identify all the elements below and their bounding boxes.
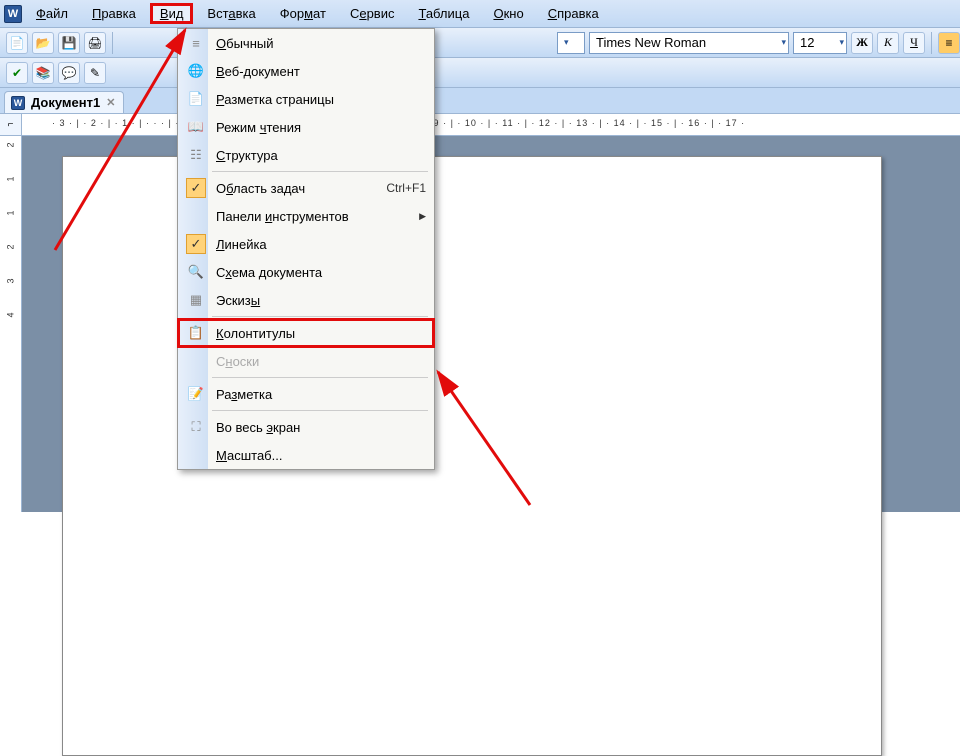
outline-icon: ☷ bbox=[186, 145, 206, 165]
menu-edit[interactable]: Правка bbox=[82, 3, 146, 24]
style-dropdown-arrow[interactable]: ▾ bbox=[557, 32, 585, 54]
font-name-dropdown[interactable]: Times New Roman ▾ bbox=[589, 32, 789, 54]
save-button[interactable]: 💾 bbox=[58, 32, 80, 54]
toolbar-standard: 📄 📂 💾 🖨 ▾ Times New Roman ▾ 12 ▾ Ж К Ч ≡ bbox=[0, 28, 960, 58]
doc-icon: W bbox=[11, 96, 25, 110]
menu-file[interactable]: Файл bbox=[26, 3, 78, 24]
font-name-value: Times New Roman bbox=[596, 35, 706, 50]
menu-reading-layout[interactable]: 📖Режим чтения bbox=[178, 113, 434, 141]
separator bbox=[212, 410, 428, 411]
submenu-arrow-icon: ▶ bbox=[419, 211, 426, 222]
separator bbox=[212, 171, 428, 172]
comment-button[interactable]: 💬 bbox=[58, 62, 80, 84]
document-tab-label: Документ1 bbox=[31, 95, 100, 110]
menu-help[interactable]: Справка bbox=[538, 3, 609, 24]
italic-button[interactable]: К bbox=[877, 32, 899, 54]
toolbar-review: ✔ 📚 💬 ✎ bbox=[0, 58, 960, 88]
track-button[interactable]: ✎ bbox=[84, 62, 106, 84]
menu-zoom[interactable]: Масштаб... bbox=[178, 441, 434, 469]
research-button[interactable]: 📚 bbox=[32, 62, 54, 84]
menu-web-layout[interactable]: 🌐Веб-документ bbox=[178, 57, 434, 85]
font-size-dropdown[interactable]: 12 ▾ bbox=[793, 32, 847, 54]
ruler-corner: ⌐ bbox=[0, 114, 22, 135]
menu-thumbnails[interactable]: ▦Эскизы bbox=[178, 286, 434, 314]
web-icon: 🌐 bbox=[186, 61, 206, 81]
normal-icon: ≡ bbox=[186, 33, 206, 53]
spellcheck-button[interactable]: ✔ bbox=[6, 62, 28, 84]
page-area[interactable] bbox=[22, 136, 960, 512]
menu-insert[interactable]: Вставка bbox=[197, 3, 265, 24]
menu-print-layout[interactable]: 📄Разметка страницы bbox=[178, 85, 434, 113]
blank-icon bbox=[186, 351, 206, 371]
menu-format[interactable]: Формат bbox=[270, 3, 336, 24]
document-tabs: W Документ1 ✕ bbox=[0, 88, 960, 114]
menu-view[interactable]: Вид bbox=[150, 3, 194, 24]
menu-markup[interactable]: 📝Разметка bbox=[178, 380, 434, 408]
check-icon: ✓ bbox=[186, 178, 206, 198]
reading-icon: 📖 bbox=[186, 117, 206, 137]
fullscreen-icon: ⛶ bbox=[186, 417, 206, 437]
docmap-icon: 🔍 bbox=[186, 262, 206, 282]
menu-normal-view[interactable]: ≡Обычный bbox=[178, 29, 434, 57]
close-tab-icon[interactable]: ✕ bbox=[106, 96, 115, 109]
blank-icon bbox=[186, 445, 206, 465]
separator bbox=[112, 32, 113, 54]
ruler-vertical[interactable]: 2 1 1 2 3 4 bbox=[0, 136, 22, 512]
menu-toolbars[interactable]: Панели инструментов▶ bbox=[178, 202, 434, 230]
align-button[interactable]: ≡ bbox=[938, 32, 960, 54]
blank-icon bbox=[186, 206, 206, 226]
thumbnails-icon: ▦ bbox=[186, 290, 206, 310]
print-layout-icon: 📄 bbox=[186, 89, 206, 109]
underline-button[interactable]: Ч bbox=[903, 32, 925, 54]
separator bbox=[212, 377, 428, 378]
print-button[interactable]: 🖨 bbox=[84, 32, 106, 54]
separator bbox=[212, 316, 428, 317]
workspace: 2 1 1 2 3 4 bbox=[0, 136, 960, 512]
menu-table[interactable]: Таблица bbox=[408, 3, 479, 24]
new-doc-button[interactable]: 📄 bbox=[6, 32, 28, 54]
menu-ruler[interactable]: ✓Линейка bbox=[178, 230, 434, 258]
header-footer-icon: 📋 bbox=[186, 323, 206, 343]
menu-outline[interactable]: ☷Структура bbox=[178, 141, 434, 169]
view-dropdown: ≡Обычный 🌐Веб-документ 📄Разметка страниц… bbox=[177, 28, 435, 470]
menu-tools[interactable]: Сервис bbox=[340, 3, 405, 24]
ruler-horizontal[interactable]: · 3 · | · 2 · | · 1 · | · · · | · 1 · | … bbox=[22, 114, 960, 135]
menu-task-pane[interactable]: ✓Область задачCtrl+F1 bbox=[178, 174, 434, 202]
bold-button[interactable]: Ж bbox=[851, 32, 873, 54]
separator bbox=[931, 32, 932, 54]
check-icon: ✓ bbox=[186, 234, 206, 254]
ruler-row: ⌐ · 3 · | · 2 · | · 1 · | · · · | · 1 · … bbox=[0, 114, 960, 136]
menu-document-map[interactable]: 🔍Схема документа bbox=[178, 258, 434, 286]
document-tab[interactable]: W Документ1 ✕ bbox=[4, 91, 124, 113]
menu-window[interactable]: Окно bbox=[483, 3, 533, 24]
app-icon: W bbox=[4, 5, 22, 23]
font-size-value: 12 bbox=[800, 35, 814, 50]
menu-footnotes: Сноски bbox=[178, 347, 434, 375]
menu-header-footer[interactable]: 📋Колонтитулы bbox=[178, 319, 434, 347]
markup-icon: 📝 bbox=[186, 384, 206, 404]
menu-fullscreen[interactable]: ⛶Во весь экран bbox=[178, 413, 434, 441]
open-button[interactable]: 📂 bbox=[32, 32, 54, 54]
menubar: W Файл Правка Вид Вставка Формат Сервис … bbox=[0, 0, 960, 28]
